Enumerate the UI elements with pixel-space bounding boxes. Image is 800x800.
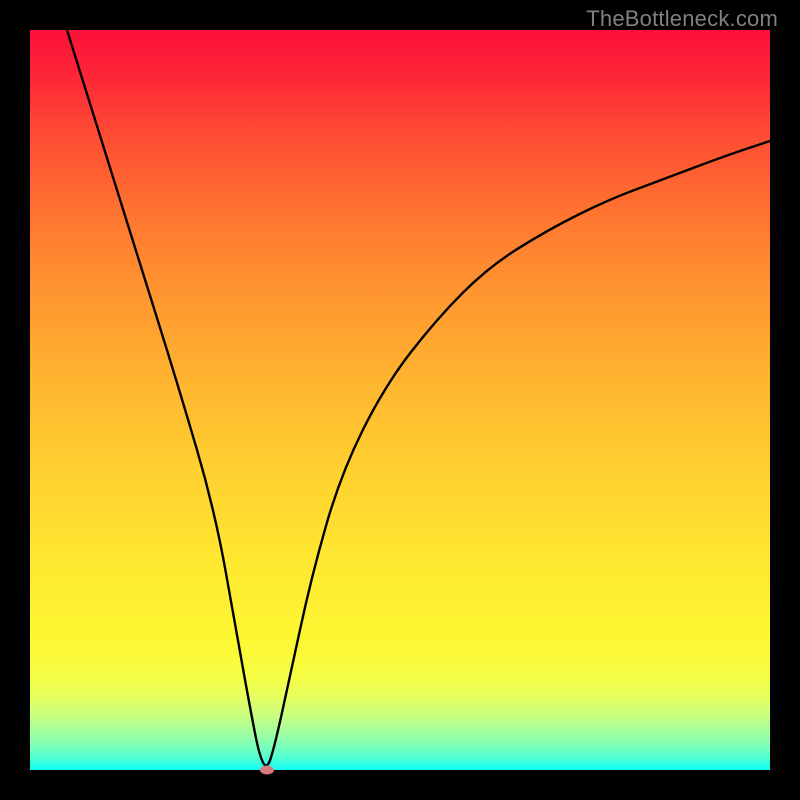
- plot-area: [30, 30, 770, 770]
- optimal-point-marker: [260, 766, 274, 775]
- bottleneck-curve: [30, 30, 770, 770]
- watermark-text: TheBottleneck.com: [586, 6, 778, 32]
- chart-container: TheBottleneck.com: [0, 0, 800, 800]
